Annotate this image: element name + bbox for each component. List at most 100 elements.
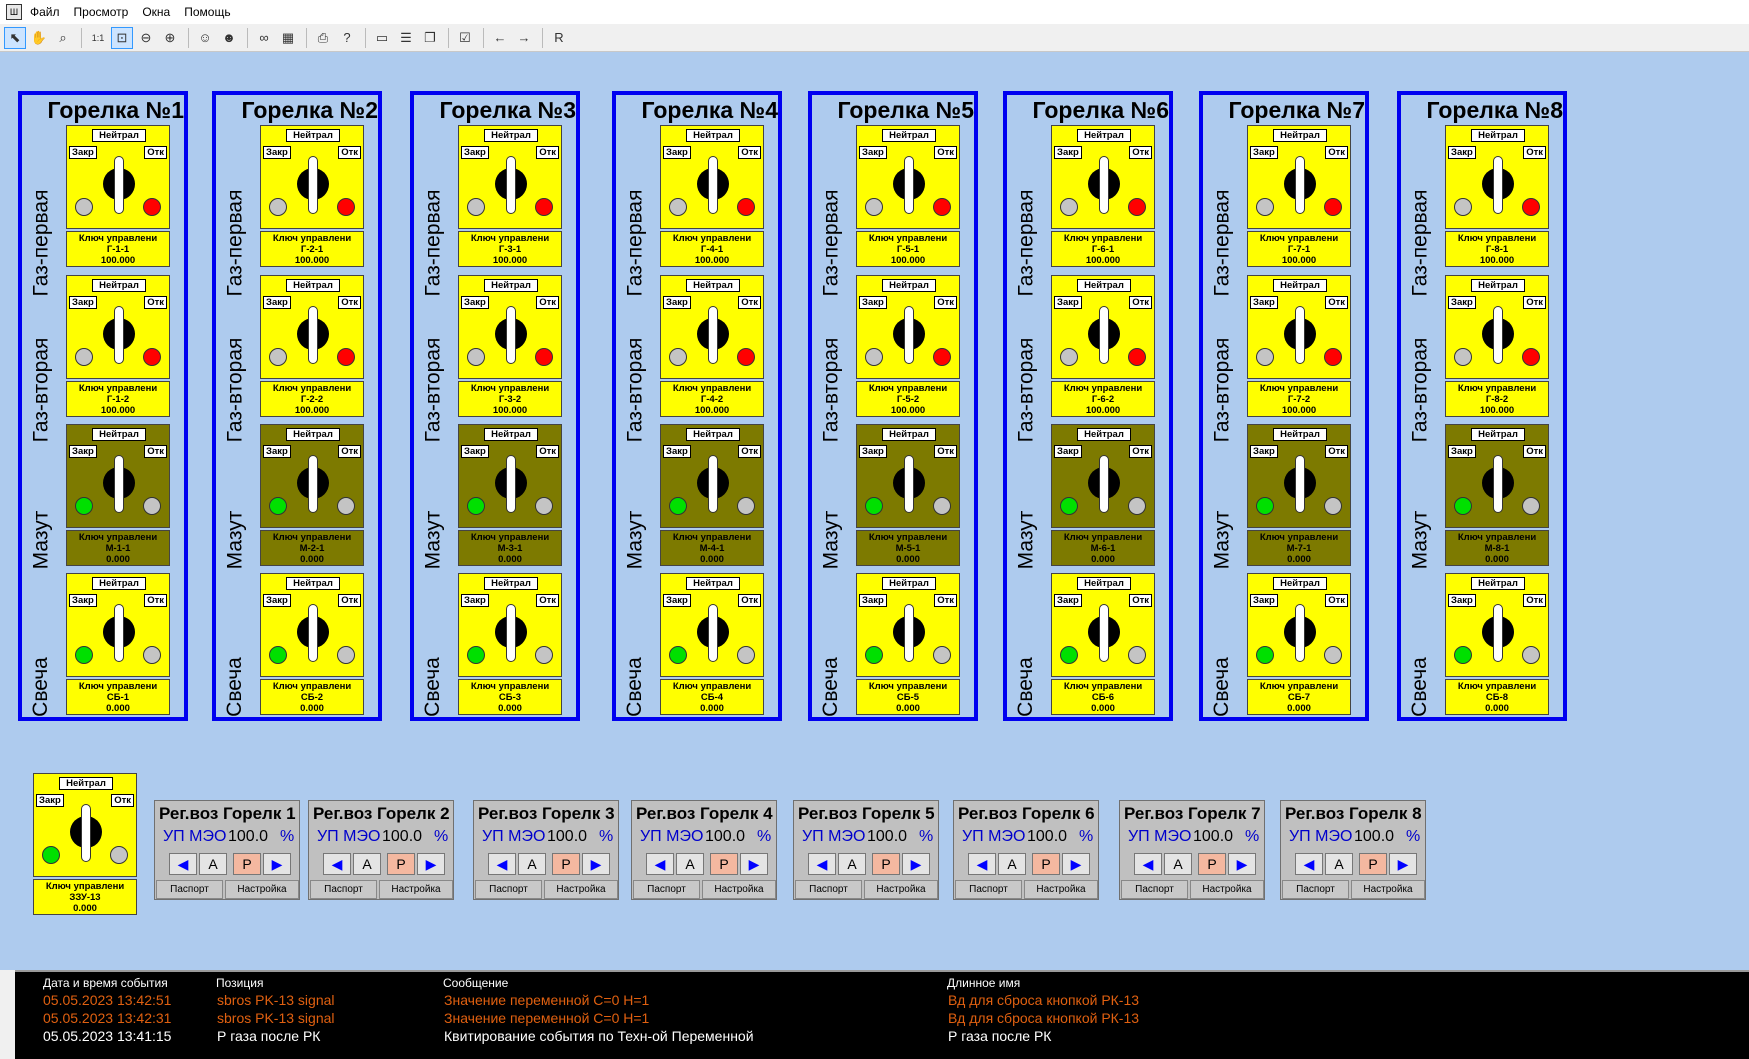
switch-handle-icon[interactable] [904,604,914,662]
back-arrow-icon[interactable]: ← [489,27,511,49]
switch-handle-icon[interactable] [1099,604,1109,662]
passport-button[interactable]: Паспорт [156,880,223,899]
manual-mode-button[interactable]: Р [1032,853,1060,875]
passport-button[interactable]: Паспорт [795,880,862,899]
auto-mode-button[interactable]: А [199,853,227,875]
manual-mode-button[interactable]: Р [387,853,415,875]
auto-mode-button[interactable]: А [353,853,381,875]
increase-button[interactable]: ▶ [740,853,768,875]
switch-handle-icon[interactable] [1493,306,1503,364]
switch-face[interactable]: Нейтрал Закр Отк [856,424,960,528]
control-key-switch[interactable]: Нейтрал Закр Отк Ключ управлени Г-7-2 100.000 [1247,275,1351,417]
settings-button[interactable]: Настройка [702,880,776,899]
settings-button[interactable]: Настройка [225,880,299,899]
increase-button[interactable]: ▶ [902,853,930,875]
event-cell-message[interactable]: Квитирование события по Техн-ой Переменн… [444,1028,754,1044]
control-key-switch[interactable]: Нейтрал Закр Отк Ключ управлени М-4-1 0.000 [660,424,764,566]
control-key-switch[interactable]: Нейтрал Закр Отк Ключ управлени СБ-8 0.000 [1445,573,1549,715]
control-key-switch[interactable]: Нейтрал Закр Отк Ключ управлени Г-1-1 100.000 [66,125,170,267]
control-key-switch[interactable]: Нейтрал Закр Отк Ключ управлени М-8-1 0.000 [1445,424,1549,566]
auto-mode-button[interactable]: А [676,853,704,875]
increase-button[interactable]: ▶ [263,853,291,875]
settings-button[interactable]: Настройка [1351,880,1425,899]
switch-handle-icon[interactable] [506,306,516,364]
event-cell-long-name[interactable]: Р газа после РК [948,1028,1051,1044]
control-key-switch[interactable]: Нейтрал Закр Отк Ключ управлени Г-6-1 100.000 [1051,125,1155,267]
increase-button[interactable]: ▶ [582,853,610,875]
auto-mode-button[interactable]: А [1164,853,1192,875]
event-cell-datetime[interactable]: 05.05.2023 13:41:15 [43,1028,171,1044]
switch-handle-icon[interactable] [1099,455,1109,513]
switch-face[interactable]: Нейтрал Закр Отк [1445,424,1549,528]
manual-mode-button[interactable]: Р [1359,853,1387,875]
control-key-switch[interactable]: Нейтрал Закр Отк Ключ управлени Г-8-1 100.000 [1445,125,1549,267]
r-icon[interactable]: R [548,27,570,49]
increase-button[interactable]: ▶ [1062,853,1090,875]
control-key-switch[interactable]: Нейтрал Закр Отк Ключ управлени Г-3-2 100.000 [458,275,562,417]
switch-face[interactable]: Нейтрал Закр Отк [1247,424,1351,528]
forward-arrow-icon[interactable]: → [513,27,535,49]
user-icon[interactable]: ☻ [218,27,240,49]
control-key-switch[interactable]: Нейтрал Закр Отк Ключ управлени СБ-4 0.000 [660,573,764,715]
event-header-position[interactable]: Позиция [216,976,263,990]
switch-face[interactable]: Нейтрал Закр Отк [66,573,170,677]
layout-icon[interactable]: ☰ [395,27,417,49]
control-key-switch[interactable]: Нейтрал Закр Отк Ключ управлени М-6-1 0.000 [1051,424,1155,566]
switch-handle-icon[interactable] [1295,156,1305,214]
decrease-button[interactable]: ◀ [646,853,674,875]
switch-face[interactable]: Нейтрал Закр Отк [260,125,364,229]
auto-mode-button[interactable]: А [998,853,1026,875]
switch-handle-icon[interactable] [1099,306,1109,364]
switch-face[interactable]: Нейтрал Закр Отк [1051,424,1155,528]
switch-handle-icon[interactable] [81,804,91,862]
control-key-switch[interactable]: Нейтрал Закр Отк Ключ управлени СБ-1 0.000 [66,573,170,715]
manual-mode-button[interactable]: Р [233,853,261,875]
event-cell-position[interactable]: sbros PK-13 signal [217,992,335,1008]
control-key-switch[interactable]: Нейтрал Закр Отк Ключ управлени ЗЗУ-13 0.000 [33,773,137,915]
switch-face[interactable]: Нейтрал Закр Отк [1051,573,1155,677]
switch-face[interactable]: Нейтрал Закр Отк [856,573,960,677]
switch-face[interactable]: Нейтрал Закр Отк [660,275,764,379]
help-icon[interactable]: ? [336,27,358,49]
control-key-switch[interactable]: Нейтрал Закр Отк Ключ управлени М-7-1 0.000 [1247,424,1351,566]
event-cell-long-name[interactable]: Вд для сброса кнопкой РК-13 [948,1010,1139,1026]
switch-face[interactable]: Нейтрал Закр Отк [660,573,764,677]
switch-handle-icon[interactable] [904,156,914,214]
switch-face[interactable]: Нейтрал Закр Отк [458,424,562,528]
zoom-out-icon[interactable]: ⊖ [135,27,157,49]
window-icon[interactable]: ▭ [371,27,393,49]
print-icon[interactable]: ⎙ [312,27,334,49]
arrow-pointer-icon[interactable]: ⬉ [4,26,26,49]
decrease-button[interactable]: ◀ [323,853,351,875]
switch-handle-icon[interactable] [1099,156,1109,214]
switch-face[interactable]: Нейтрал Закр Отк [1051,125,1155,229]
settings-button[interactable]: Настройка [1190,880,1264,899]
switch-handle-icon[interactable] [708,604,718,662]
switch-handle-icon[interactable] [1493,156,1503,214]
switch-face[interactable]: Нейтрал Закр Отк [458,573,562,677]
auto-mode-button[interactable]: А [838,853,866,875]
switch-handle-icon[interactable] [708,156,718,214]
switch-handle-icon[interactable] [506,604,516,662]
zoom-in-icon[interactable]: ⊕ [159,27,181,49]
settings-button[interactable]: Настройка [864,880,938,899]
switch-handle-icon[interactable] [308,306,318,364]
passport-button[interactable]: Паспорт [1282,880,1349,899]
passport-button[interactable]: Паспорт [955,880,1022,899]
passport-button[interactable]: Паспорт [633,880,700,899]
control-key-switch[interactable]: Нейтрал Закр Отк Ключ управлени М-1-1 0.000 [66,424,170,566]
event-header-datetime[interactable]: Дата и время события [43,976,168,990]
decrease-button[interactable]: ◀ [1295,853,1323,875]
switch-handle-icon[interactable] [308,604,318,662]
control-key-switch[interactable]: Нейтрал Закр Отк Ключ управлени СБ-6 0.000 [1051,573,1155,715]
decrease-button[interactable]: ◀ [1134,853,1162,875]
switch-face[interactable]: Нейтрал Закр Отк [856,275,960,379]
settings-button[interactable]: Настройка [379,880,453,899]
actual-size-icon[interactable]: 1:1 [87,27,109,49]
switch-handle-icon[interactable] [1295,455,1305,513]
switch-handle-icon[interactable] [506,156,516,214]
switch-face[interactable]: Нейтрал Закр Отк [66,424,170,528]
event-cell-datetime[interactable]: 05.05.2023 13:42:31 [43,1010,171,1026]
control-key-switch[interactable]: Нейтрал Закр Отк Ключ управлени М-5-1 0.000 [856,424,960,566]
control-key-switch[interactable]: Нейтрал Закр Отк Ключ управлени Г-8-2 100.000 [1445,275,1549,417]
